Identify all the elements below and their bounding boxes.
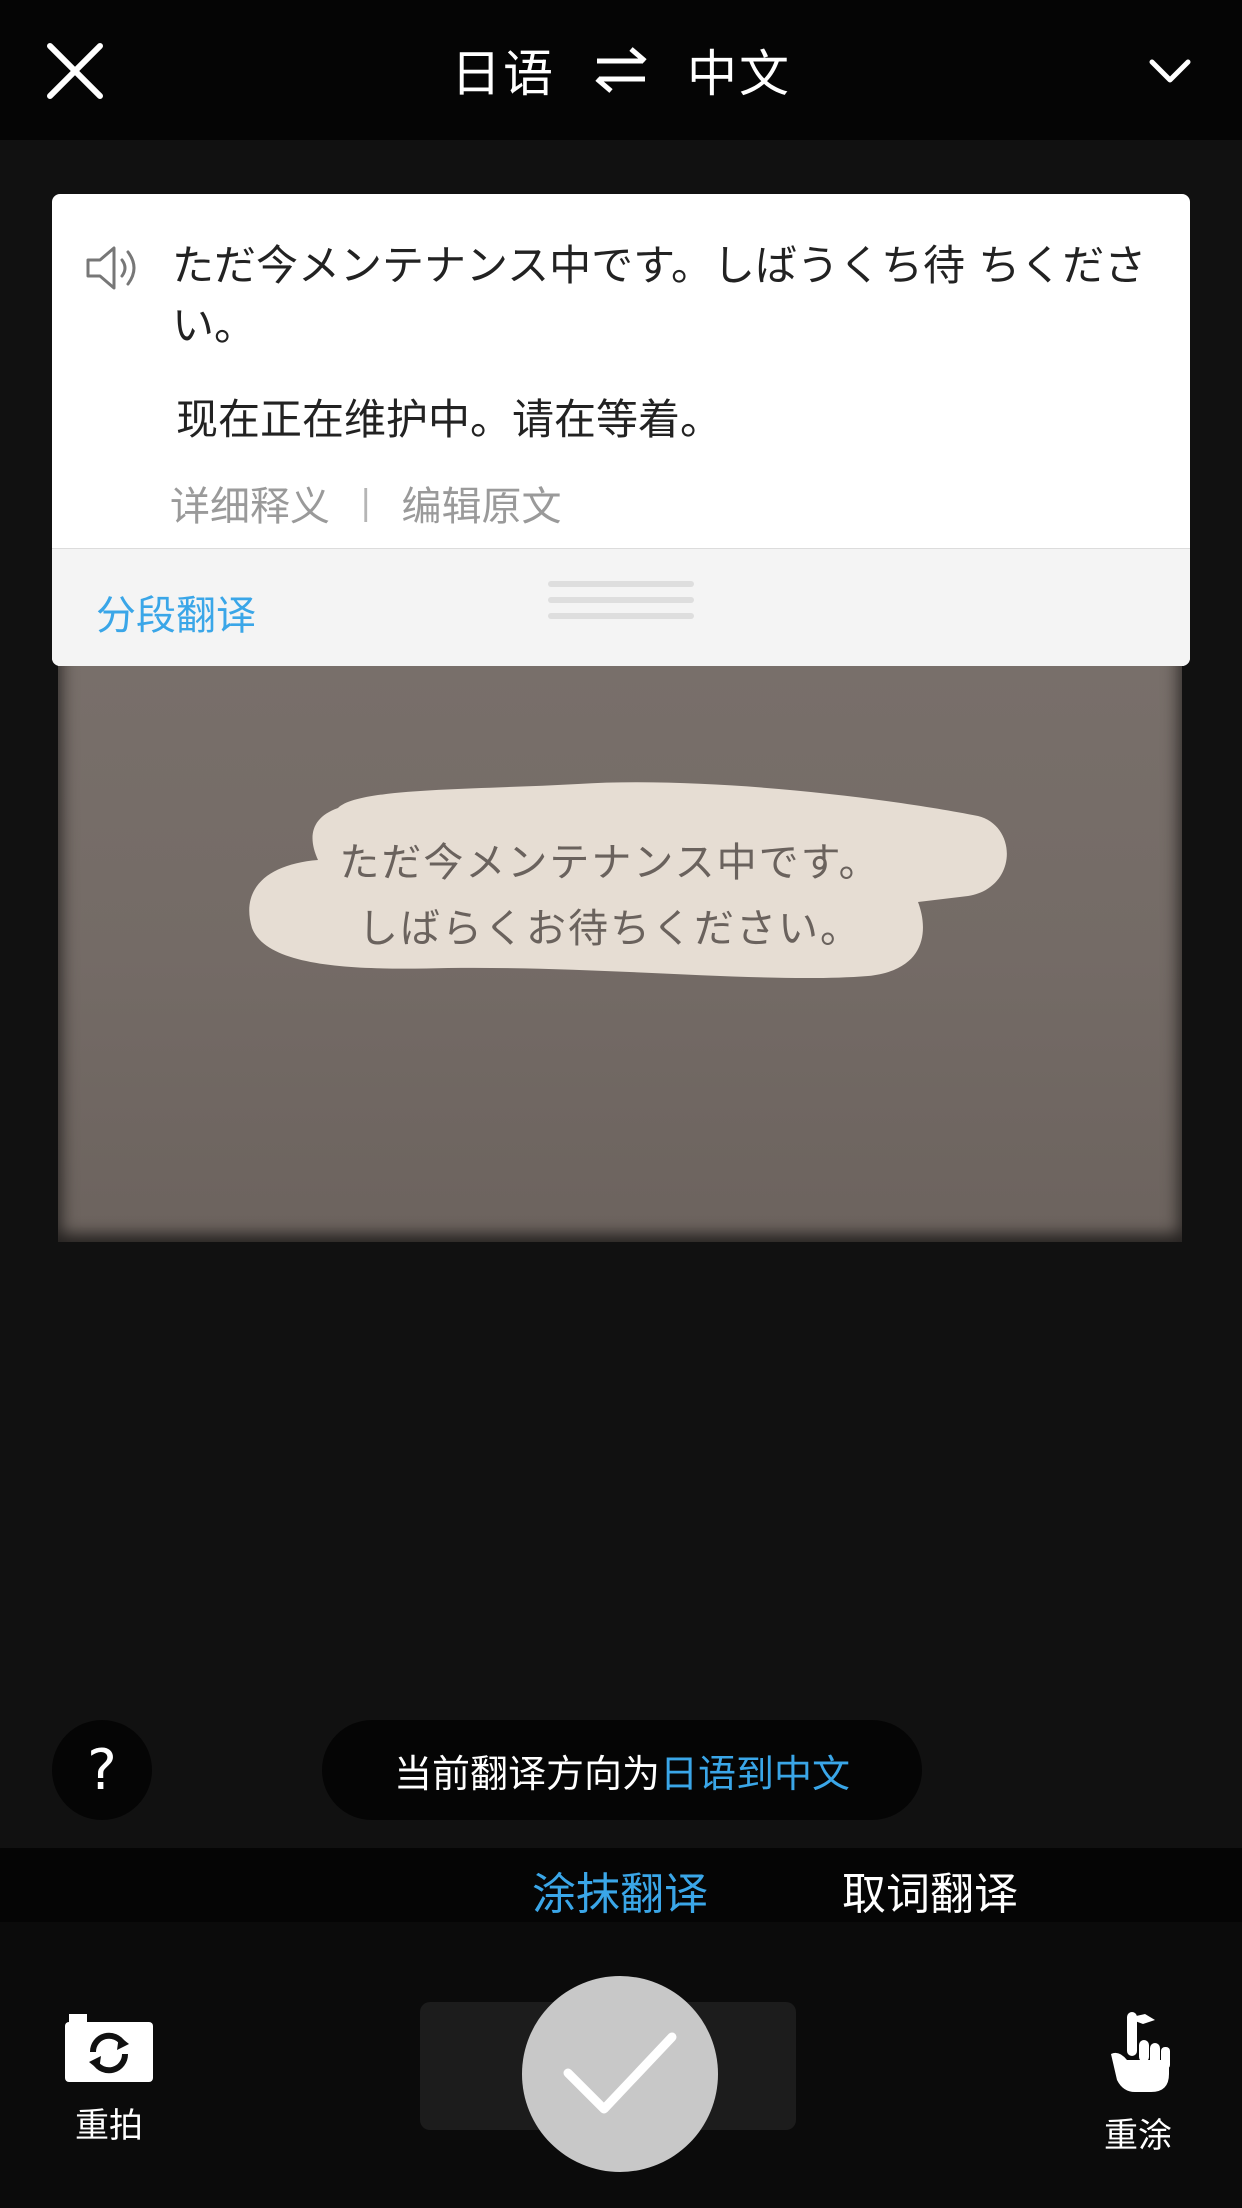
speaker-icon[interactable] (82, 238, 146, 298)
detail-link[interactable]: 详细释义 (170, 474, 330, 532)
repaint-button[interactable]: 重涂 (1086, 2010, 1190, 2157)
handle-line (548, 581, 694, 587)
hand-pointer-icon (1111, 2012, 1170, 2092)
swap-arrows-icon[interactable] (591, 45, 651, 95)
recognized-text: ただ今メンテナンス中です。 しばらくお待ちください。 (300, 830, 920, 962)
help-button[interactable]: ? (52, 1720, 152, 1820)
tab-smear-translate[interactable]: 涂抹翻译 (532, 1858, 708, 1922)
direction-connector: 到 (736, 1751, 775, 1796)
segment-translate-button[interactable]: 分段翻译 (96, 583, 256, 641)
source-text: ただ今メンテナンス中です。しばうくち待 ちください。 (172, 241, 1147, 350)
retake-label: 重拍 (75, 2106, 143, 2146)
translated-text: 现在正在维护中。请在等着。 (176, 395, 723, 444)
translation-card: ただ今メンテナンス中です。しばうくち待 ちください。 现在正在维护中。请在等着。… (52, 194, 1190, 666)
handle-line (548, 597, 694, 603)
recognized-line-2: しばらくお待ちください。 (358, 906, 862, 952)
card-footer: 分段翻译 (52, 548, 1190, 666)
checkmark-icon (563, 2032, 677, 2114)
edit-source-link[interactable]: 编辑原文 (401, 474, 561, 532)
translation-direction-pill: 当前翻译方向为 日语 到 中文 (322, 1720, 922, 1820)
retake-button[interactable]: 重拍 (54, 2012, 164, 2147)
handle-line (548, 613, 694, 619)
camera-rotate-icon (65, 2014, 153, 2082)
bottom-controls: 重拍 重涂 (0, 1922, 1242, 2208)
target-language[interactable]: 中文 (687, 34, 791, 106)
confirm-button[interactable] (522, 1976, 718, 2172)
close-button[interactable] (40, 30, 112, 110)
close-icon (47, 43, 103, 99)
chevron-down-icon (1149, 59, 1191, 83)
top-bar: 日语 中文 (0, 0, 1242, 140)
direction-from: 日语 (659, 1751, 736, 1796)
card-links: 详细释义 | 编辑原文 (170, 474, 561, 532)
source-language[interactable]: 日语 (451, 34, 555, 106)
recognized-line-1: ただ今メンテナンス中です。 (339, 840, 881, 886)
direction-to: 中文 (774, 1751, 851, 1796)
drag-handle[interactable] (548, 581, 694, 633)
direction-prefix: 当前翻译方向为 (393, 1751, 660, 1796)
mode-tabs: 涂抹翻译 取词翻译 (0, 1848, 1242, 1922)
menu-toggle-button[interactable] (1140, 40, 1200, 100)
repaint-label: 重涂 (1104, 2116, 1172, 2156)
language-switcher: 日语 中文 (0, 0, 1242, 140)
link-separator: | (360, 483, 372, 523)
tab-word-translate[interactable]: 取词翻译 (842, 1858, 1018, 1922)
